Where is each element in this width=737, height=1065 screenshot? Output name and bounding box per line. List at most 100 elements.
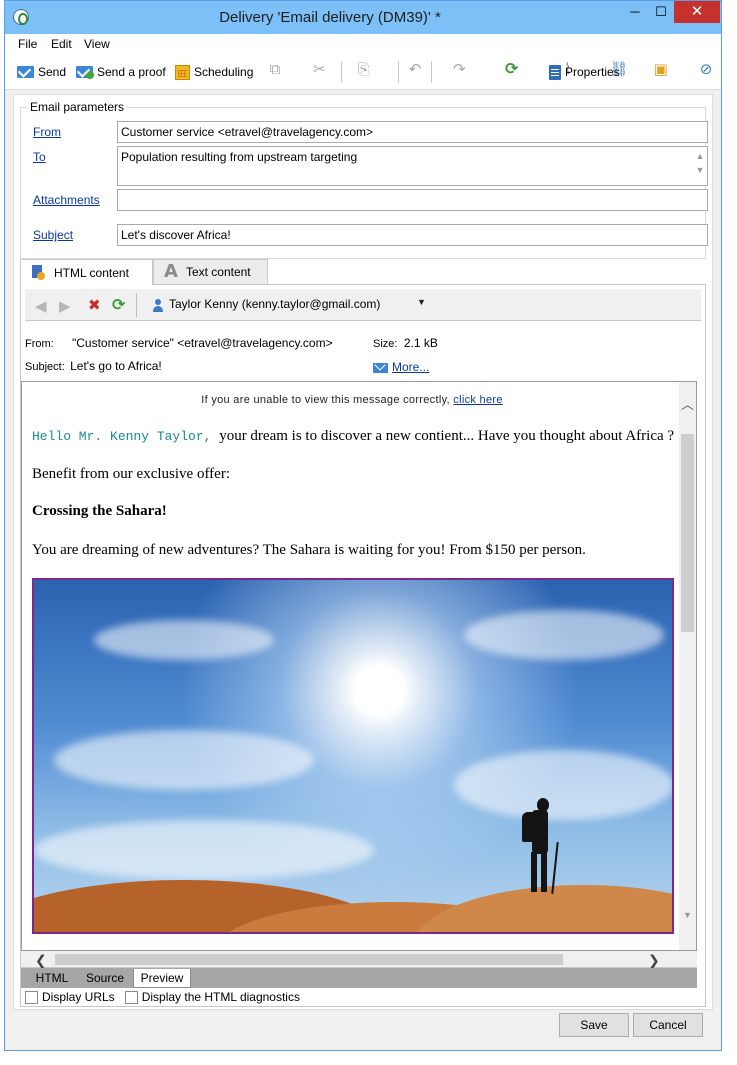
hiker-leg bbox=[541, 852, 547, 892]
refresh-icon[interactable]: ⟳ bbox=[112, 295, 125, 315]
refresh-icon[interactable]: ⟳ bbox=[504, 62, 520, 78]
scroll-left-icon[interactable]: ❮ bbox=[35, 952, 47, 969]
from-field[interactable]: Customer service <etravel@travelagency.c… bbox=[117, 121, 708, 143]
tab-html[interactable]: HTML bbox=[29, 969, 75, 988]
paste-icon[interactable]: ⎘ bbox=[356, 62, 372, 78]
preview-vertical-scrollbar[interactable]: ︿ ▼ bbox=[679, 382, 696, 950]
chevron-down-icon[interactable]: ▼ bbox=[417, 297, 426, 307]
maximize-button[interactable]: ☐ bbox=[648, 1, 674, 23]
text-a-icon: A bbox=[164, 261, 178, 282]
display-urls-checkbox[interactable] bbox=[25, 990, 38, 1004]
tab-source[interactable]: Source bbox=[79, 969, 131, 988]
scroll-right-icon[interactable]: ❯ bbox=[648, 952, 660, 969]
attachments-field[interactable] bbox=[117, 189, 708, 211]
window-title: Delivery 'Email delivery (DM39)' * bbox=[219, 9, 441, 26]
view-online-text: If you are unable to view this message c… bbox=[201, 394, 450, 406]
preview-toolbar-separator bbox=[136, 293, 137, 317]
delivery-content: Email parameters From Customer service <… bbox=[13, 94, 713, 1010]
copy-icon[interactable]: ⧉ bbox=[267, 62, 283, 78]
minimize-button[interactable]: ─ bbox=[622, 1, 648, 23]
tab-text-content[interactable]: A Text content bbox=[153, 259, 268, 284]
html-content-panel: ◀ ▶ ✖ ⟳ Taylor Kenny (kenny.taylor@gmail… bbox=[20, 284, 706, 1007]
menu-view[interactable]: View bbox=[84, 37, 110, 51]
content-tabs: HTML content A Text content bbox=[20, 259, 706, 285]
to-field-scrollbar[interactable]: ▲ ▼ bbox=[695, 149, 705, 183]
intro-text: your dream is to discover a new contient… bbox=[219, 428, 675, 444]
delivery-window: Delivery 'Email delivery (DM39)' * ─ ☐ ✕… bbox=[4, 0, 722, 1051]
greeting-paragraph: Hello Mr. Kenny Taylor, your dream is to… bbox=[32, 428, 674, 445]
html-diagnostics-label: Display the HTML diagnostics bbox=[141, 990, 300, 1004]
envelope-check-icon bbox=[76, 66, 94, 79]
send-button[interactable]: Send bbox=[17, 62, 66, 82]
html-doc-icon bbox=[31, 265, 46, 280]
properties-button[interactable]: Properties bbox=[549, 62, 620, 82]
menu-edit[interactable]: Edit bbox=[51, 37, 72, 51]
send-label: Send bbox=[38, 65, 67, 79]
subject-link[interactable]: Subject bbox=[33, 228, 73, 242]
cloud bbox=[464, 610, 664, 660]
gift-icon[interactable]: ▣ bbox=[654, 62, 670, 78]
tab-text-label: Text content bbox=[185, 265, 251, 279]
attachments-link[interactable]: Attachments bbox=[33, 193, 100, 207]
display-options: Display URLs Display the HTML diagnostic… bbox=[25, 989, 300, 1005]
meta-subject-value: Let's go to Africa! bbox=[70, 359, 162, 373]
click-here-link[interactable]: click here bbox=[453, 394, 502, 406]
adventure-paragraph: You are dreaming of new adventures? The … bbox=[32, 542, 586, 558]
cloud bbox=[454, 750, 672, 820]
send-proof-label: Send a proof bbox=[97, 65, 166, 79]
save-button[interactable]: Save bbox=[559, 1013, 629, 1037]
scroll-down-icon[interactable]: ▼ bbox=[679, 910, 696, 920]
meta-size-label: Size: bbox=[373, 338, 398, 350]
offer-heading: Crossing the Sahara! bbox=[32, 503, 167, 519]
toolbar-separator bbox=[398, 61, 399, 83]
to-link[interactable]: To bbox=[33, 150, 46, 164]
cloud bbox=[94, 620, 274, 660]
envelope-icon bbox=[17, 66, 34, 78]
meta-size-value: 2.1 kB bbox=[403, 336, 438, 350]
redo-icon[interactable]: ↷ bbox=[451, 62, 467, 78]
html-diagnostics-checkbox[interactable] bbox=[124, 990, 138, 1004]
meta-from: From: bbox=[25, 336, 54, 350]
tracking-icon[interactable]: ⊘ bbox=[698, 62, 714, 78]
subject-field[interactable]: Let's discover Africa! bbox=[117, 224, 708, 246]
more-link-label: More... bbox=[392, 360, 430, 374]
tab-preview[interactable]: Preview bbox=[133, 969, 191, 988]
cloud bbox=[54, 730, 314, 790]
undo-icon[interactable]: ↶ bbox=[407, 62, 423, 78]
toolbar-separator bbox=[341, 61, 342, 83]
delete-icon[interactable]: ✖ bbox=[88, 296, 101, 314]
clipboard-icon bbox=[549, 64, 561, 80]
title-bar: Delivery 'Email delivery (DM39)' * ─ ☐ ✕ bbox=[5, 1, 721, 34]
horizontal-scroll-thumb[interactable] bbox=[55, 954, 563, 965]
more-link[interactable]: More... bbox=[373, 360, 429, 374]
meta-size: Size: 2.1 kB bbox=[373, 336, 438, 350]
recipient-select[interactable]: Taylor Kenny (kenny.taylor@gmail.com) bbox=[169, 297, 380, 311]
email-parameters-legend: Email parameters bbox=[27, 100, 128, 114]
cloud bbox=[34, 820, 374, 880]
send-proof-button[interactable]: Send a proof bbox=[76, 62, 166, 82]
email-parameters-group: Email parameters From Customer service <… bbox=[20, 100, 708, 259]
scroll-up-icon[interactable]: ︿ bbox=[679, 394, 696, 413]
tab-html-content[interactable]: HTML content bbox=[20, 259, 153, 285]
vertical-scroll-thumb[interactable] bbox=[681, 434, 694, 632]
previous-icon[interactable]: ◀ bbox=[35, 297, 47, 315]
meta-subject-label: Subject: bbox=[25, 361, 65, 373]
cut-icon[interactable]: ✂ bbox=[311, 62, 327, 78]
toolbar-separator bbox=[431, 61, 432, 83]
calendar-icon bbox=[175, 64, 190, 80]
menu-bar: File Edit View bbox=[5, 34, 721, 54]
cancel-button[interactable]: Cancel bbox=[633, 1013, 703, 1037]
mail-icon bbox=[373, 362, 388, 373]
view-mode-tabs: HTML Source Preview bbox=[21, 968, 697, 988]
scheduling-button[interactable]: Scheduling bbox=[175, 62, 253, 82]
close-button[interactable]: ✕ bbox=[674, 1, 720, 23]
email-preview: If you are unable to view this message c… bbox=[21, 381, 697, 951]
menu-file[interactable]: File bbox=[18, 37, 37, 51]
next-icon[interactable]: ▶ bbox=[59, 297, 71, 315]
to-value: Population resulting from upstream targe… bbox=[121, 150, 358, 164]
from-link[interactable]: From bbox=[33, 125, 61, 139]
preview-horizontal-scrollbar[interactable]: ❮ ❯ bbox=[21, 951, 697, 968]
main-toolbar: Send Send a proof Scheduling ⧉ ✂ ⎘ ↶ ↷ ⟳… bbox=[5, 54, 721, 90]
to-field[interactable]: Population resulting from upstream targe… bbox=[117, 146, 708, 186]
properties-label: Properties bbox=[565, 65, 620, 79]
